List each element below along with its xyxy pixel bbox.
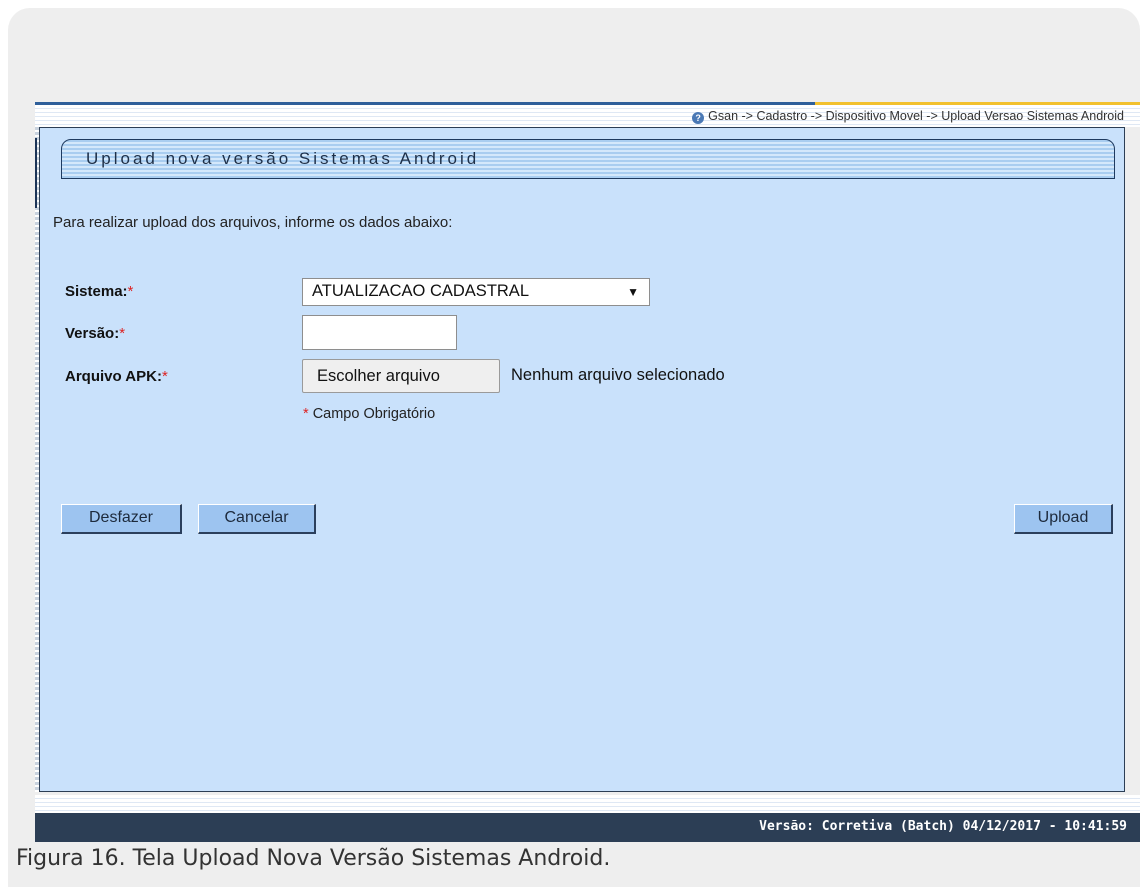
versao-input[interactable]	[302, 315, 457, 350]
left-stripe-dark	[35, 138, 37, 208]
sistema-select-value: ATUALIZACAO CADASTRAL	[312, 282, 529, 300]
choose-file-button[interactable]: Escolher arquivo	[302, 359, 500, 393]
file-status: Nenhum arquivo selecionado	[511, 366, 725, 384]
required-note: * Campo Obrigatório	[303, 406, 435, 422]
sistema-label-text: Sistema:	[65, 283, 128, 300]
desfazer-button[interactable]: Desfazer	[61, 504, 182, 534]
upload-button[interactable]: Upload	[1014, 504, 1113, 534]
main-panel: Upload nova versão Sistemas Android Para…	[39, 127, 1125, 792]
required-marker: *	[127, 283, 134, 300]
page-title: Upload nova versão Sistemas Android	[86, 149, 480, 168]
required-marker: *	[119, 325, 126, 342]
footer-bar: Versão: Corretiva (Batch) 04/12/2017 - 1…	[35, 813, 1140, 842]
sistema-label: Sistema:*	[65, 283, 133, 300]
versao-label: Versão:*	[65, 325, 125, 342]
chevron-down-icon: ▼	[627, 285, 639, 299]
required-note-text: Campo Obrigatório	[312, 406, 436, 422]
breadcrumb-bar: ? Gsan -> Cadastro -> Dispositivo Movel -…	[35, 105, 1140, 127]
versao-label-text: Versão:	[65, 325, 120, 342]
version-text: Versão: Corretiva (Batch) 04/12/2017 - 1…	[759, 819, 1127, 834]
breadcrumb[interactable]: ? Gsan -> Cadastro -> Dispositivo Movel -…	[692, 109, 1124, 124]
sistema-select[interactable]: ATUALIZACAO CADASTRAL ▼	[302, 278, 650, 306]
intro-text: Para realizar upload dos arquivos, infor…	[53, 214, 453, 231]
figure-caption: Figura 16. Tela Upload Nova Versão Siste…	[16, 846, 611, 871]
arquivo-label: Arquivo APK:*	[65, 368, 168, 385]
cancelar-button[interactable]: Cancelar	[198, 504, 316, 534]
breadcrumb-text[interactable]: Gsan -> Cadastro -> Dispositivo Movel ->…	[708, 109, 1124, 123]
required-marker: *	[303, 406, 309, 422]
title-bar: Upload nova versão Sistemas Android	[61, 139, 1115, 179]
arquivo-label-text: Arquivo APK:	[65, 368, 162, 385]
footer-divider	[35, 795, 1140, 813]
required-marker: *	[161, 368, 168, 385]
help-icon[interactable]: ?	[692, 112, 705, 124]
